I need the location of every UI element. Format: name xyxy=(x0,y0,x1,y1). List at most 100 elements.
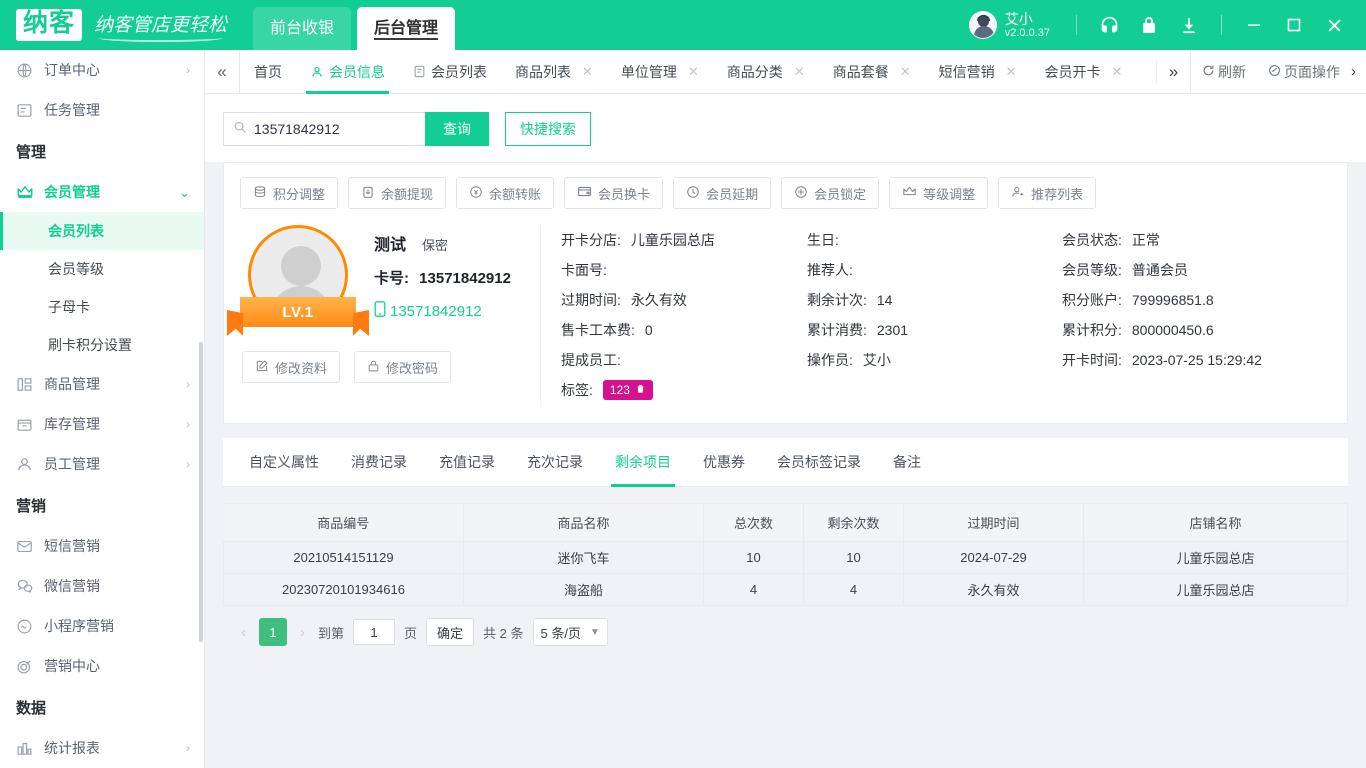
edit-profile-button[interactable]: 修改资料 xyxy=(242,351,341,383)
tab-label: 会员信息 xyxy=(329,63,385,80)
user-chip[interactable]: 艾小 v2.0.0.37 xyxy=(968,11,1064,40)
sidebar-item-label: 商品管理 xyxy=(44,376,100,392)
col-header-name: 商品名称 xyxy=(463,503,704,542)
referral-list-button[interactable]: 推荐列表 xyxy=(998,177,1097,209)
page-size-label: 5 条/页 xyxy=(540,625,581,641)
tab-member-list[interactable]: 会员列表 xyxy=(399,50,501,94)
sidebar-item-sms-marketing[interactable]: 短信营销 xyxy=(0,526,204,566)
page-size-select[interactable]: 5 条/页 ▼ xyxy=(532,618,608,646)
field-row: 会员状态: 正常 xyxy=(1062,225,1331,255)
mode-tab-cashier[interactable]: 前台收银 xyxy=(253,7,352,50)
chevron-down-icon: ▼ xyxy=(589,626,600,638)
sidebar-item-marketing-center[interactable]: 营销中心 xyxy=(0,646,204,686)
tab-goods-list[interactable]: 商品列表 ✕ xyxy=(501,50,607,94)
app-window: 纳客 纳客管店更轻松 前台收银 后台管理 艾小 v2.0.0.37 订单中心 ›… xyxy=(0,0,1366,768)
page-unit-label: 页 xyxy=(404,625,418,641)
minimize-icon[interactable] xyxy=(1234,0,1274,50)
tab-home[interactable]: 首页 xyxy=(240,50,296,94)
field-value: 2301 xyxy=(876,322,909,338)
page-operation-button[interactable]: 页面操作 xyxy=(1257,62,1351,82)
quick-search-button[interactable]: 快捷搜索 xyxy=(505,112,591,146)
prev-page-icon[interactable]: ‹ xyxy=(237,624,250,641)
headset-icon[interactable] xyxy=(1089,0,1129,50)
page-number-1[interactable]: 1 xyxy=(259,618,287,646)
edit-password-button[interactable]: 修改密码 xyxy=(354,351,452,383)
sidebar-item-goods-management[interactable]: 商品管理 › xyxy=(0,364,204,404)
sidebar-item-task-management[interactable]: 任务管理 xyxy=(0,90,204,130)
query-button[interactable]: 查询 xyxy=(425,112,489,146)
close-icon[interactable]: ✕ xyxy=(794,64,805,80)
tab-unit-management[interactable]: 单位管理 ✕ xyxy=(607,50,713,94)
cell-store: 儿童乐园总店 xyxy=(1083,573,1348,606)
close-icon[interactable]: ✕ xyxy=(900,64,911,80)
tab-count-recharge-records[interactable]: 充次记录 xyxy=(511,438,599,486)
close-icon[interactable]: ✕ xyxy=(688,64,699,80)
member-column-1: 开卡分店: 儿童乐园总店 卡面号: 过期时间: 永久有效 售卡工本费: 0 提成员工:… xyxy=(561,225,807,405)
member-field-columns: 开卡分店: 儿童乐园总店 卡面号: 过期时间: 永久有效 售卡工本费: 0 提成员工:… xyxy=(540,225,1331,405)
tab-member-info[interactable]: 会员信息 xyxy=(296,50,399,94)
more-tabs-icon[interactable]: » xyxy=(1156,59,1190,84)
level-adjust-button[interactable]: 等级调整 xyxy=(889,177,989,209)
sidebar-item-label: 库存管理 xyxy=(44,416,100,432)
chevron-right-icon: › xyxy=(186,741,190,755)
tab-recharge-records[interactable]: 充值记录 xyxy=(423,438,511,486)
member-column-2: 生日: 推荐人: 剩余计次: 14 累计消费: 2301 操作员: 艾小 xyxy=(807,225,1062,405)
sidebar-scrollbar[interactable] xyxy=(199,342,203,642)
tab-member-tag-records[interactable]: 会员标签记录 xyxy=(761,438,877,486)
download-icon[interactable] xyxy=(1169,0,1209,50)
tab-sms-marketing[interactable]: 短信营销 ✕ xyxy=(925,50,1031,94)
close-icon[interactable]: ✕ xyxy=(1112,64,1123,80)
points-adjust-button[interactable]: 积分调整 xyxy=(240,177,339,209)
refresh-button[interactable]: 刷新 xyxy=(1191,62,1257,82)
balance-withdraw-button[interactable]: 余额提现 xyxy=(348,177,447,209)
search-input[interactable] xyxy=(254,121,404,137)
mode-tab-backend[interactable]: 后台管理 xyxy=(357,7,456,50)
trash-icon[interactable] xyxy=(635,383,646,397)
tab-remaining-items[interactable]: 剩余项目 xyxy=(599,438,687,487)
chevron-right-icon[interactable]: › xyxy=(1351,63,1366,80)
tab-goods-package[interactable]: 商品套餐 ✕ xyxy=(819,50,925,94)
sidebar-item-staff-management[interactable]: 员工管理 › xyxy=(0,444,204,484)
sidebar-item-member-management[interactable]: 会员管理 ⌄ xyxy=(0,172,204,212)
close-icon[interactable] xyxy=(1314,0,1354,50)
collapse-tabs-icon[interactable]: « xyxy=(205,62,239,82)
sidebar-item-order-center[interactable]: 订单中心 › xyxy=(0,50,204,90)
maximize-icon[interactable] xyxy=(1274,0,1314,50)
member-info-grid: LV.1 测试 保密 卡号: 13571842912 13571842912 修… xyxy=(224,221,1347,423)
table-row[interactable]: 20210514151129 迷你飞车 10 10 2024-07-29 儿童乐… xyxy=(223,541,1348,574)
sidebar-item-statistics-report[interactable]: 统计报表 › xyxy=(0,728,204,768)
sidebar-item-member-level[interactable]: 会员等级 xyxy=(0,250,204,288)
sidebar-item-card-points-settings[interactable]: 刷卡积分设置 xyxy=(0,326,204,364)
member-extend-button[interactable]: 会员延期 xyxy=(673,177,772,209)
app-logo: 纳客 xyxy=(16,9,83,41)
search-row: 查询 快捷搜索 xyxy=(205,94,1366,162)
close-icon[interactable]: ✕ xyxy=(582,64,593,80)
cell-remaining: 4 xyxy=(803,573,904,606)
sidebar-item-parent-child-card[interactable]: 子母卡 xyxy=(0,288,204,326)
tab-custom-attributes[interactable]: 自定义属性 xyxy=(233,438,335,486)
tab-member-card-open[interactable]: 会员开卡 ✕ xyxy=(1031,50,1137,94)
sidebar-item-miniprogram-marketing[interactable]: 小程序营销 xyxy=(0,606,204,646)
goto-page-input[interactable] xyxy=(353,619,396,645)
table-row[interactable]: 20230720101934616 海盗船 4 4 永久有效 儿童乐园总店 xyxy=(223,573,1348,606)
member-phone-row[interactable]: 13571842912 xyxy=(374,301,511,321)
tab-goods-category[interactable]: 商品分类 ✕ xyxy=(713,50,819,94)
sidebar-item-member-list[interactable]: 会员列表 xyxy=(0,212,204,250)
tab-coupons[interactable]: 优惠券 xyxy=(687,438,761,486)
member-tag-chip[interactable]: 123 xyxy=(602,380,653,400)
member-change-card-button[interactable]: 会员换卡 xyxy=(564,177,664,209)
search-box[interactable] xyxy=(223,112,425,146)
balance-transfer-button[interactable]: 余额转账 xyxy=(456,177,555,209)
sidebar-item-stock-management[interactable]: 库存管理 › xyxy=(0,404,204,444)
next-page-icon[interactable]: › xyxy=(296,624,309,641)
detail-tab-label: 自定义属性 xyxy=(249,454,319,470)
tab-remarks[interactable]: 备注 xyxy=(877,438,937,486)
confirm-page-button[interactable]: 确定 xyxy=(426,618,475,646)
field-row: 售卡工本费: 0 xyxy=(561,315,807,345)
lock-icon[interactable] xyxy=(1129,0,1169,50)
tab-consumption-records[interactable]: 消费记录 xyxy=(335,438,423,486)
sidebar-item-wechat-marketing[interactable]: 微信营销 xyxy=(0,566,204,606)
member-lock-button[interactable]: 会员锁定 xyxy=(781,177,880,209)
detail-tab-label: 充值记录 xyxy=(439,454,495,470)
close-icon[interactable]: ✕ xyxy=(1006,64,1017,80)
